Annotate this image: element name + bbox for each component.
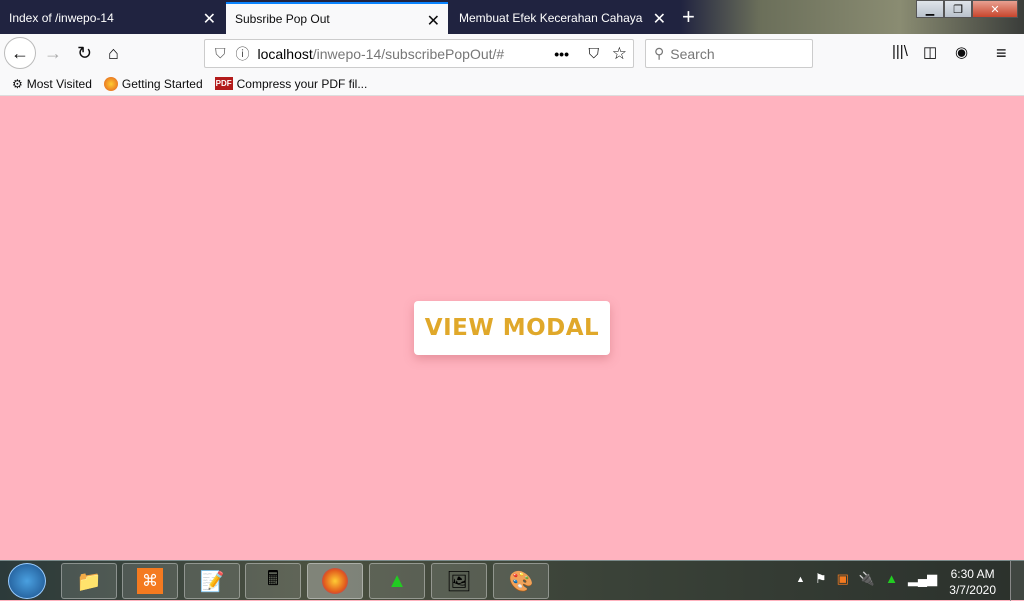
firefox-taskbar-icon[interactable]	[307, 563, 363, 599]
bookmark-getting-started[interactable]: Getting Started	[103, 76, 203, 91]
tab-label: Index of /inwepo-14	[9, 11, 114, 25]
sidebar-icon[interactable]: ◫	[923, 43, 937, 61]
clock-time: 6:30 AM	[950, 567, 995, 581]
taskbar: 📁 ⌘ 📝 🖩 ▲ 🖼 🎨 ▲ ⚑ ▣ 🔌 ▲ ▂▄▆ 6:30 AM 3/7/2…	[0, 560, 1024, 601]
navigation-toolbar: ← → ↻ ⌂ ⛉ ⓘ localhost/inwepo-14/subscrib…	[0, 34, 1024, 72]
bookmarks-toolbar: ⚙ Most Visited Getting Started PDF Compres…	[0, 72, 1024, 96]
start-button[interactable]	[8, 563, 46, 599]
explorer-icon[interactable]: 📁	[61, 563, 117, 599]
minimize-button[interactable]: ▁	[916, 0, 944, 18]
page-actions-icon[interactable]: •••	[554, 46, 569, 62]
home-button[interactable]: ⌂	[108, 43, 119, 64]
url-bar[interactable]: ⛉ ⓘ localhost/inwepo-14/subscribePopOut/…	[204, 39, 634, 68]
bookmark-star-icon[interactable]: ☆	[612, 44, 627, 64]
page-content: VIEW MODAL	[0, 96, 1024, 560]
view-modal-button[interactable]: VIEW MODAL	[414, 301, 610, 355]
library-icon[interactable]: |||\	[892, 43, 908, 60]
power-icon[interactable]: 🔌	[859, 571, 875, 587]
close-tab-icon[interactable]: ✕	[203, 9, 216, 29]
tab-bar: Index of /inwepo-14 ✕ Subsribe Pop Out ✕ M…	[0, 0, 1024, 34]
notepad-plus-icon[interactable]: 📝	[184, 563, 240, 599]
bookmark-label: Compress your PDF fil...	[236, 76, 368, 91]
firefox-icon	[103, 76, 118, 91]
tab-index[interactable]: Index of /inwepo-14 ✕	[0, 2, 224, 34]
search-input[interactable]: ⚲ Search	[645, 39, 813, 68]
tab-membuat[interactable]: Membuat Efek Kecerahan Cahaya ✕	[450, 2, 674, 34]
menu-icon[interactable]: ≡	[996, 43, 1007, 64]
search-placeholder: Search	[670, 45, 715, 62]
pocket-icon[interactable]: ⛉	[589, 45, 600, 62]
tab-label: Membuat Efek Kecerahan Cahaya	[459, 11, 643, 25]
system-tray: ▲ ⚑ ▣ 🔌 ▲ ▂▄▆	[796, 571, 937, 587]
greenfoot-tray-icon[interactable]: ▲	[885, 571, 898, 587]
bookmark-compress-pdf[interactable]: PDF Compress your PDF fil...	[214, 76, 368, 91]
action-center-flag-icon[interactable]: ⚑	[815, 571, 827, 587]
paint-icon[interactable]: 🎨	[493, 563, 549, 599]
bookmark-most-visited[interactable]: ⚙ Most Visited	[12, 77, 92, 91]
close-window-button[interactable]: ✕	[972, 0, 1018, 18]
tab-label: Subsribe Pop Out	[235, 12, 330, 26]
show-hidden-icons-icon[interactable]: ▲	[796, 574, 805, 587]
calculator-icon[interactable]: 🖩	[245, 563, 301, 599]
gear-icon: ⚙	[12, 76, 23, 91]
tab-subscribe[interactable]: Subsribe Pop Out ✕	[226, 2, 448, 34]
pdf-icon: PDF	[214, 77, 233, 90]
back-button[interactable]: ←	[4, 37, 36, 69]
search-icon: ⚲	[654, 45, 665, 61]
url-path: /inwepo-14/subscribePopOut/#	[312, 45, 505, 62]
clock-date: 3/7/2020	[949, 583, 996, 597]
show-desktop-button[interactable]	[1010, 561, 1024, 601]
reload-button[interactable]: ↻	[77, 43, 92, 64]
info-icon[interactable]: ⓘ	[236, 44, 250, 64]
restore-button[interactable]: ❐	[944, 0, 972, 18]
close-tab-icon[interactable]: ✕	[427, 11, 440, 31]
clock[interactable]: 6:30 AM 3/7/2020	[949, 566, 996, 598]
close-tab-icon[interactable]: ✕	[653, 9, 666, 29]
bookmark-label: Getting Started	[121, 76, 203, 91]
account-icon[interactable]: ◉	[955, 43, 968, 61]
bookmark-label: Most Visited	[26, 76, 92, 91]
forward-button[interactable]: →	[44, 43, 62, 64]
url-host: localhost	[257, 45, 313, 62]
photo-viewer-icon[interactable]: 🖼	[431, 563, 487, 599]
window-controls: ▁ ❐ ✕	[916, 0, 1018, 18]
shield-icon[interactable]: ⛉	[215, 45, 226, 62]
xampp-tray-icon[interactable]: ▣	[837, 571, 849, 587]
network-signal-icon[interactable]: ▂▄▆	[908, 571, 937, 587]
greenfoot-icon[interactable]: ▲	[369, 563, 425, 599]
xampp-icon[interactable]: ⌘	[122, 563, 178, 599]
new-tab-button[interactable]: +	[682, 4, 695, 30]
